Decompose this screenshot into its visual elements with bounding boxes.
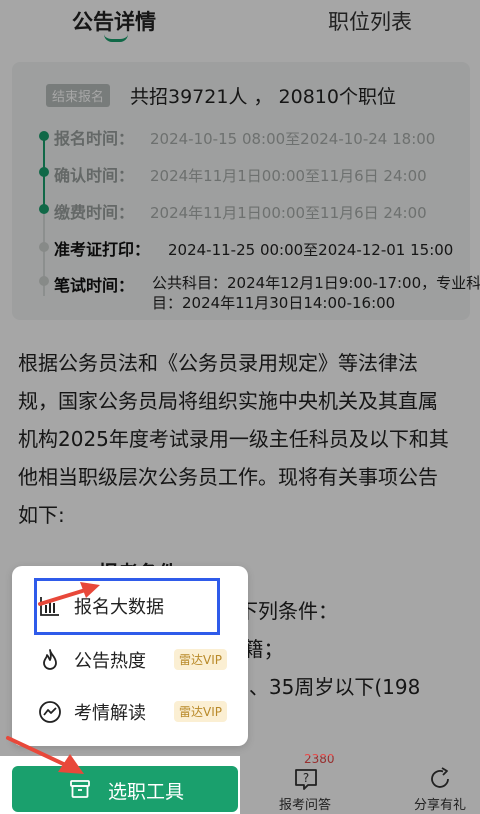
exam-qa-button[interactable]: ? 报考问答 (270, 766, 340, 813)
share-icon (431, 767, 449, 788)
trend-icon (39, 701, 61, 723)
vip-badge: 雷达VIP (174, 649, 227, 670)
menu-item-exam-analysis[interactable]: 考情解读 雷达VIP (12, 688, 248, 736)
svg-text:?: ? (303, 771, 309, 785)
red-arrow-icon (38, 582, 100, 606)
share-gift-button[interactable]: 分享有礼 (405, 766, 475, 813)
red-arrow-icon (6, 736, 84, 774)
menu-item-announcement-heat[interactable]: 公告热度 雷达VIP (12, 636, 248, 684)
qa-count-badge: 2380 (304, 752, 335, 766)
question-bubble-icon: ? (295, 769, 317, 790)
vip-badge: 雷达VIP (174, 701, 227, 722)
box-icon (70, 780, 90, 798)
exam-qa-label: 报考问答 (278, 798, 331, 813)
menu-item-label: 考情解读 (74, 703, 146, 724)
select-tool-label: 选职工具 (108, 781, 185, 803)
flame-icon (43, 649, 57, 670)
menu-item-label: 公告热度 (74, 651, 146, 672)
share-gift-label: 分享有礼 (413, 798, 466, 813)
